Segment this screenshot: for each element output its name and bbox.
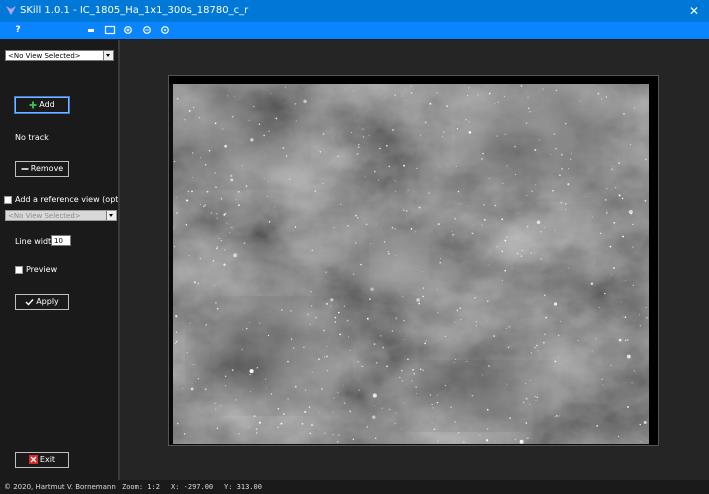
chevron-down-icon[interactable] <box>106 211 116 220</box>
help-button[interactable]: ? <box>12 24 24 36</box>
minimize-view-icon[interactable] <box>86 24 96 36</box>
toolbar: ? <box>0 22 709 39</box>
remove-button[interactable]: Remove <box>15 161 69 177</box>
preview-label: Preview <box>26 265 58 274</box>
reference-view-select-value: <No View Selected> <box>8 212 81 220</box>
close-icon <box>28 455 38 464</box>
zoom-fit-icon[interactable] <box>160 24 170 36</box>
minus-icon <box>21 167 29 170</box>
reference-view-checkbox[interactable] <box>4 196 12 204</box>
x-coordinate-readout: X: -297.00 <box>171 483 214 491</box>
track-status: No track <box>15 133 49 142</box>
reference-view-label: Add a reference view (opt.) <box>15 195 125 204</box>
copyright-text: © 2020, Hartmut V. Bornemann <box>4 483 116 491</box>
zoom-readout: Zoom: 1:2 <box>122 483 160 491</box>
zoom-out-icon[interactable] <box>142 24 152 36</box>
zoom-in-icon[interactable] <box>123 24 133 36</box>
line-width-input[interactable]: 10 <box>51 235 71 246</box>
exit-button[interactable]: Exit <box>15 452 69 468</box>
title-bar: SKill 1.0.1 - IC_1805_Ha_1x1_300s_18780_… <box>0 0 709 22</box>
apply-button-label: Apply <box>36 297 59 306</box>
close-button[interactable]: ✕ <box>679 0 709 22</box>
preview-checkbox[interactable] <box>15 266 23 274</box>
view-select-value: <No View Selected> <box>8 52 81 60</box>
exit-button-label: Exit <box>39 455 56 464</box>
view-select[interactable]: <No View Selected> <box>5 50 114 61</box>
y-coordinate-readout: Y: 313.00 <box>224 483 262 491</box>
add-button-label: Add <box>39 100 55 109</box>
reference-view-select[interactable]: <No View Selected> <box>5 210 117 221</box>
chevron-down-icon[interactable] <box>103 51 113 60</box>
control-panel: <No View Selected> Add No track Remove A… <box>0 40 124 480</box>
remove-button-label: Remove <box>30 164 64 173</box>
window-title: SKill 1.0.1 - IC_1805_Ha_1x1_300s_18780_… <box>20 5 249 16</box>
image-canvas[interactable] <box>168 75 659 446</box>
checkmark-icon <box>25 298 34 306</box>
nebula-image[interactable] <box>169 76 659 446</box>
restore-view-icon[interactable] <box>104 24 116 36</box>
apply-button[interactable]: Apply <box>15 294 69 310</box>
plus-icon <box>29 101 37 108</box>
app-logo-icon <box>6 6 16 15</box>
status-bar: © 2020, Hartmut V. Bornemann Zoom: 1:2 X… <box>0 480 709 494</box>
add-button[interactable]: Add <box>15 97 69 113</box>
